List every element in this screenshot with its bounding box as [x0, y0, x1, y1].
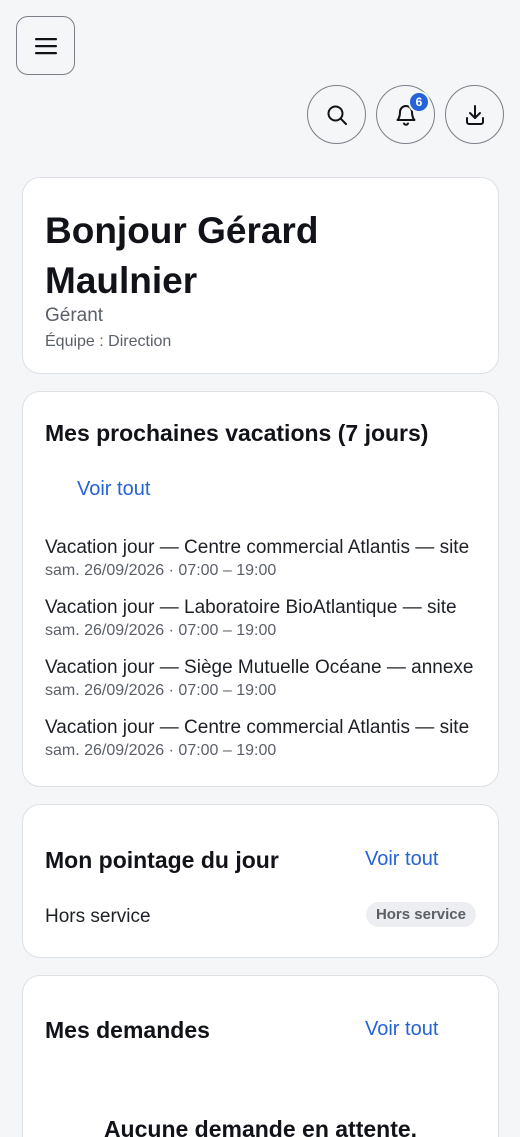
shift-time: sam. 26/09/2026 · 07:00 – 19:00 — [45, 742, 277, 759]
upcoming-shifts-card: Mes prochaines vacations (7 jours) Voir … — [22, 391, 499, 787]
hamburger-menu-icon — [34, 37, 57, 54]
shift-title: Vacation jour — Siège Mutuelle Océane — … — [45, 657, 474, 678]
search-button[interactable] — [307, 85, 366, 144]
shift-item[interactable]: Vacation jour — Siège Mutuelle Océane — … — [45, 656, 477, 702]
download-button[interactable] — [445, 85, 504, 144]
status-badge: Hors service — [365, 902, 476, 927]
requests-empty-message: Aucune demande en attente. — [103, 1116, 418, 1137]
menu-button[interactable] — [16, 16, 75, 75]
shift-item[interactable]: Vacation jour — Centre commercial Atlant… — [45, 536, 477, 582]
shifts-title: Mes prochaines vacations (7 jours) — [45, 420, 429, 446]
download-icon — [465, 104, 484, 125]
requests-see-all-link[interactable]: Voir tout — [365, 1018, 438, 1041]
clock-in-card: Mon pointage du jour Voir tout Hors serv… — [22, 804, 499, 958]
shifts-see-all-link[interactable]: Voir tout — [77, 478, 150, 501]
clock-status-text: Hors service — [45, 906, 151, 927]
requests-title: Mes demandes — [45, 1017, 210, 1043]
notification-count-badge: 6 — [408, 91, 430, 113]
shift-item[interactable]: Vacation jour — Laboratoire BioAtlantiqu… — [45, 596, 477, 642]
greeting-title: Bonjour Gérard Maulnier — [45, 210, 319, 301]
clock-in-see-all-link[interactable]: Voir tout — [365, 848, 438, 871]
shift-title: Vacation jour — Centre commercial Atlant… — [45, 717, 470, 738]
user-team: Équipe : Direction — [45, 333, 172, 350]
user-role: Gérant — [45, 305, 104, 326]
shift-item[interactable]: Vacation jour — Centre commercial Atlant… — [45, 716, 477, 762]
shift-time: sam. 26/09/2026 · 07:00 – 19:00 — [45, 682, 277, 699]
shift-time: sam. 26/09/2026 · 07:00 – 19:00 — [45, 562, 277, 579]
notifications-button[interactable]: 6 — [376, 85, 435, 144]
shift-time: sam. 26/09/2026 · 07:00 – 19:00 — [45, 622, 277, 639]
shift-title: Vacation jour — Centre commercial Atlant… — [45, 537, 470, 558]
shift-title: Vacation jour — Laboratoire BioAtlantiqu… — [45, 597, 457, 618]
requests-card: Mes demandes Voir tout Aucune demande en… — [22, 975, 499, 1137]
clock-in-title: Mon pointage du jour — [45, 847, 279, 873]
search-icon — [327, 105, 347, 125]
greeting-card: Bonjour Gérard Maulnier Gérant Équipe : … — [22, 177, 499, 374]
